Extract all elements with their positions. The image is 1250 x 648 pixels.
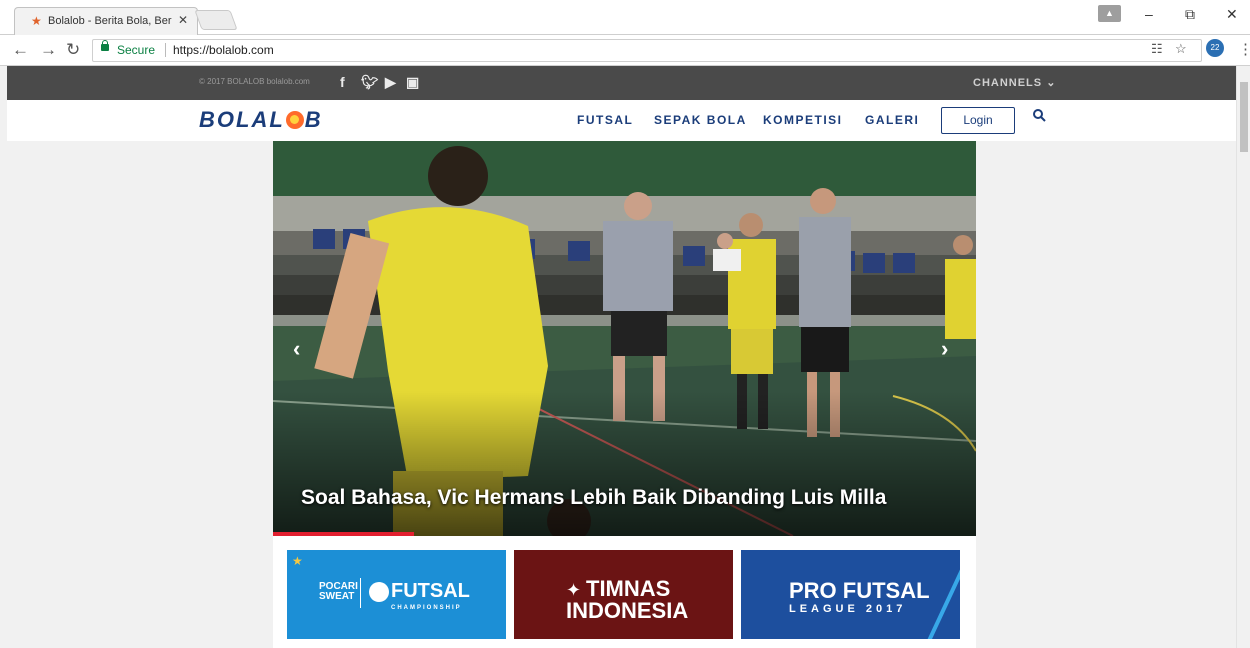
star-icon: ★ xyxy=(292,554,303,568)
pocari-futsal-thumbnail[interactable]: ★ POCARI SWEAT FUTSAL CHAMPIONSHIP xyxy=(287,550,506,639)
hero-image xyxy=(273,141,976,536)
forward-icon[interactable]: → xyxy=(40,40,57,60)
timnas-indonesia-thumbnail[interactable]: ✦ TIMNAS INDONESIA xyxy=(514,550,733,639)
slider-next-icon[interactable]: › xyxy=(941,336,948,362)
chevron-down-icon: ⌄ xyxy=(1046,77,1057,89)
browser-tabstrip: ★ Bolalob - Berita Bola, Ber ✕ ▲ – ⧉ ✕ xyxy=(0,0,1250,35)
lock-icon xyxy=(101,40,109,51)
nav-futsal[interactable]: FUTSAL xyxy=(577,113,633,127)
ball-logo-icon xyxy=(285,111,304,129)
back-icon[interactable]: ← xyxy=(12,40,29,60)
pocari-label: POCARI SWEAT xyxy=(319,581,358,602)
championship-label: CHAMPIONSHIP xyxy=(391,605,462,611)
logo-text-end: B xyxy=(304,107,323,132)
bookmark-star-icon[interactable]: ☆ xyxy=(1175,41,1187,57)
slider-prev-icon[interactable]: ‹ xyxy=(293,336,300,362)
close-window-icon[interactable]: ✕ xyxy=(1226,6,1238,23)
browser-tab[interactable]: ★ Bolalob - Berita Bola, Ber ✕ xyxy=(14,7,198,35)
soccer-ball-icon xyxy=(369,582,389,602)
nav-sepak-bola[interactable]: SEPAK BOLA xyxy=(654,113,747,127)
reload-icon[interactable]: ↻ xyxy=(66,40,80,60)
close-tab-icon[interactable]: ✕ xyxy=(178,13,188,27)
profile-icon[interactable]: ▲ xyxy=(1098,5,1121,22)
webpage: © 2017 BOLALOB bolalob.com f 🐦︎ ▶ ▣ CHAN… xyxy=(7,66,1236,648)
stripe-decoration xyxy=(925,553,960,639)
translate-icon[interactable]: ☷ xyxy=(1151,41,1163,57)
league-2017-label: LEAGUE 2017 xyxy=(789,603,907,615)
divider xyxy=(360,578,361,608)
channels-menu[interactable]: CHANNELS ⌄ xyxy=(973,76,1056,89)
scrollbar-thumb[interactable] xyxy=(1240,82,1248,152)
url-text[interactable]: https://bolalob.com xyxy=(173,43,274,57)
page-scrollbar[interactable] xyxy=(1236,66,1250,648)
restore-icon[interactable]: ⧉ xyxy=(1185,6,1195,23)
copyright-text: © 2017 BOLALOB bolalob.com xyxy=(199,77,310,86)
hero-slider[interactable]: ‹ › Soal Bahasa, Vic Hermans Lebih Baik … xyxy=(273,141,976,536)
pro-futsal-label: PRO FUTSAL xyxy=(789,578,930,603)
nav-galeri[interactable]: GALERI xyxy=(865,113,919,127)
logo-text: BOLAL xyxy=(199,107,285,132)
futsal-label: FUTSAL xyxy=(391,580,470,602)
extension-icon[interactable]: 22 xyxy=(1206,39,1224,57)
hero-headline[interactable]: Soal Bahasa, Vic Hermans Lebih Baik Diba… xyxy=(301,486,886,510)
twitter-icon[interactable]: 🐦︎ xyxy=(361,74,379,91)
indonesia-label: INDONESIA xyxy=(566,598,689,623)
divider xyxy=(165,43,166,57)
browser-menu-icon[interactable]: ⋮ xyxy=(1238,40,1250,58)
nav-kompetisi[interactable]: KOMPETISI xyxy=(763,113,843,127)
pro-futsal-league-thumbnail[interactable]: PRO FUTSAL LEAGUE 2017 xyxy=(741,550,960,639)
bolalob-logo[interactable]: BOLAL B xyxy=(199,107,323,133)
search-icon[interactable] xyxy=(1033,109,1046,122)
login-button[interactable]: Login xyxy=(941,107,1015,134)
bolalob-favicon-icon: ★ xyxy=(31,14,42,28)
secure-label: Secure xyxy=(117,43,156,57)
youtube-icon[interactable]: ▶ xyxy=(385,74,396,91)
competition-thumbnails: ★ POCARI SWEAT FUTSAL CHAMPIONSHIP ✦ TIM… xyxy=(273,536,976,648)
site-topbar: © 2017 BOLALOB bolalob.com f 🐦︎ ▶ ▣ CHAN… xyxy=(7,66,1236,100)
instagram-icon[interactable]: ▣ xyxy=(406,74,419,91)
channels-label: CHANNELS xyxy=(973,77,1043,89)
facebook-icon[interactable]: f xyxy=(340,74,345,90)
address-bar[interactable]: Secure https://bolalob.com ☷ ☆ xyxy=(92,39,1202,62)
new-tab-button[interactable] xyxy=(194,10,238,30)
minimize-icon[interactable]: – xyxy=(1145,6,1153,22)
site-navbar: BOLAL B FUTSAL SEPAK BOLA KOMPETISI GALER… xyxy=(7,100,1236,141)
tab-title: Bolalob - Berita Bola, Ber xyxy=(48,15,172,27)
browser-toolbar: ← → ↻ Secure https://bolalob.com ☷ ☆ 22 … xyxy=(0,35,1250,66)
